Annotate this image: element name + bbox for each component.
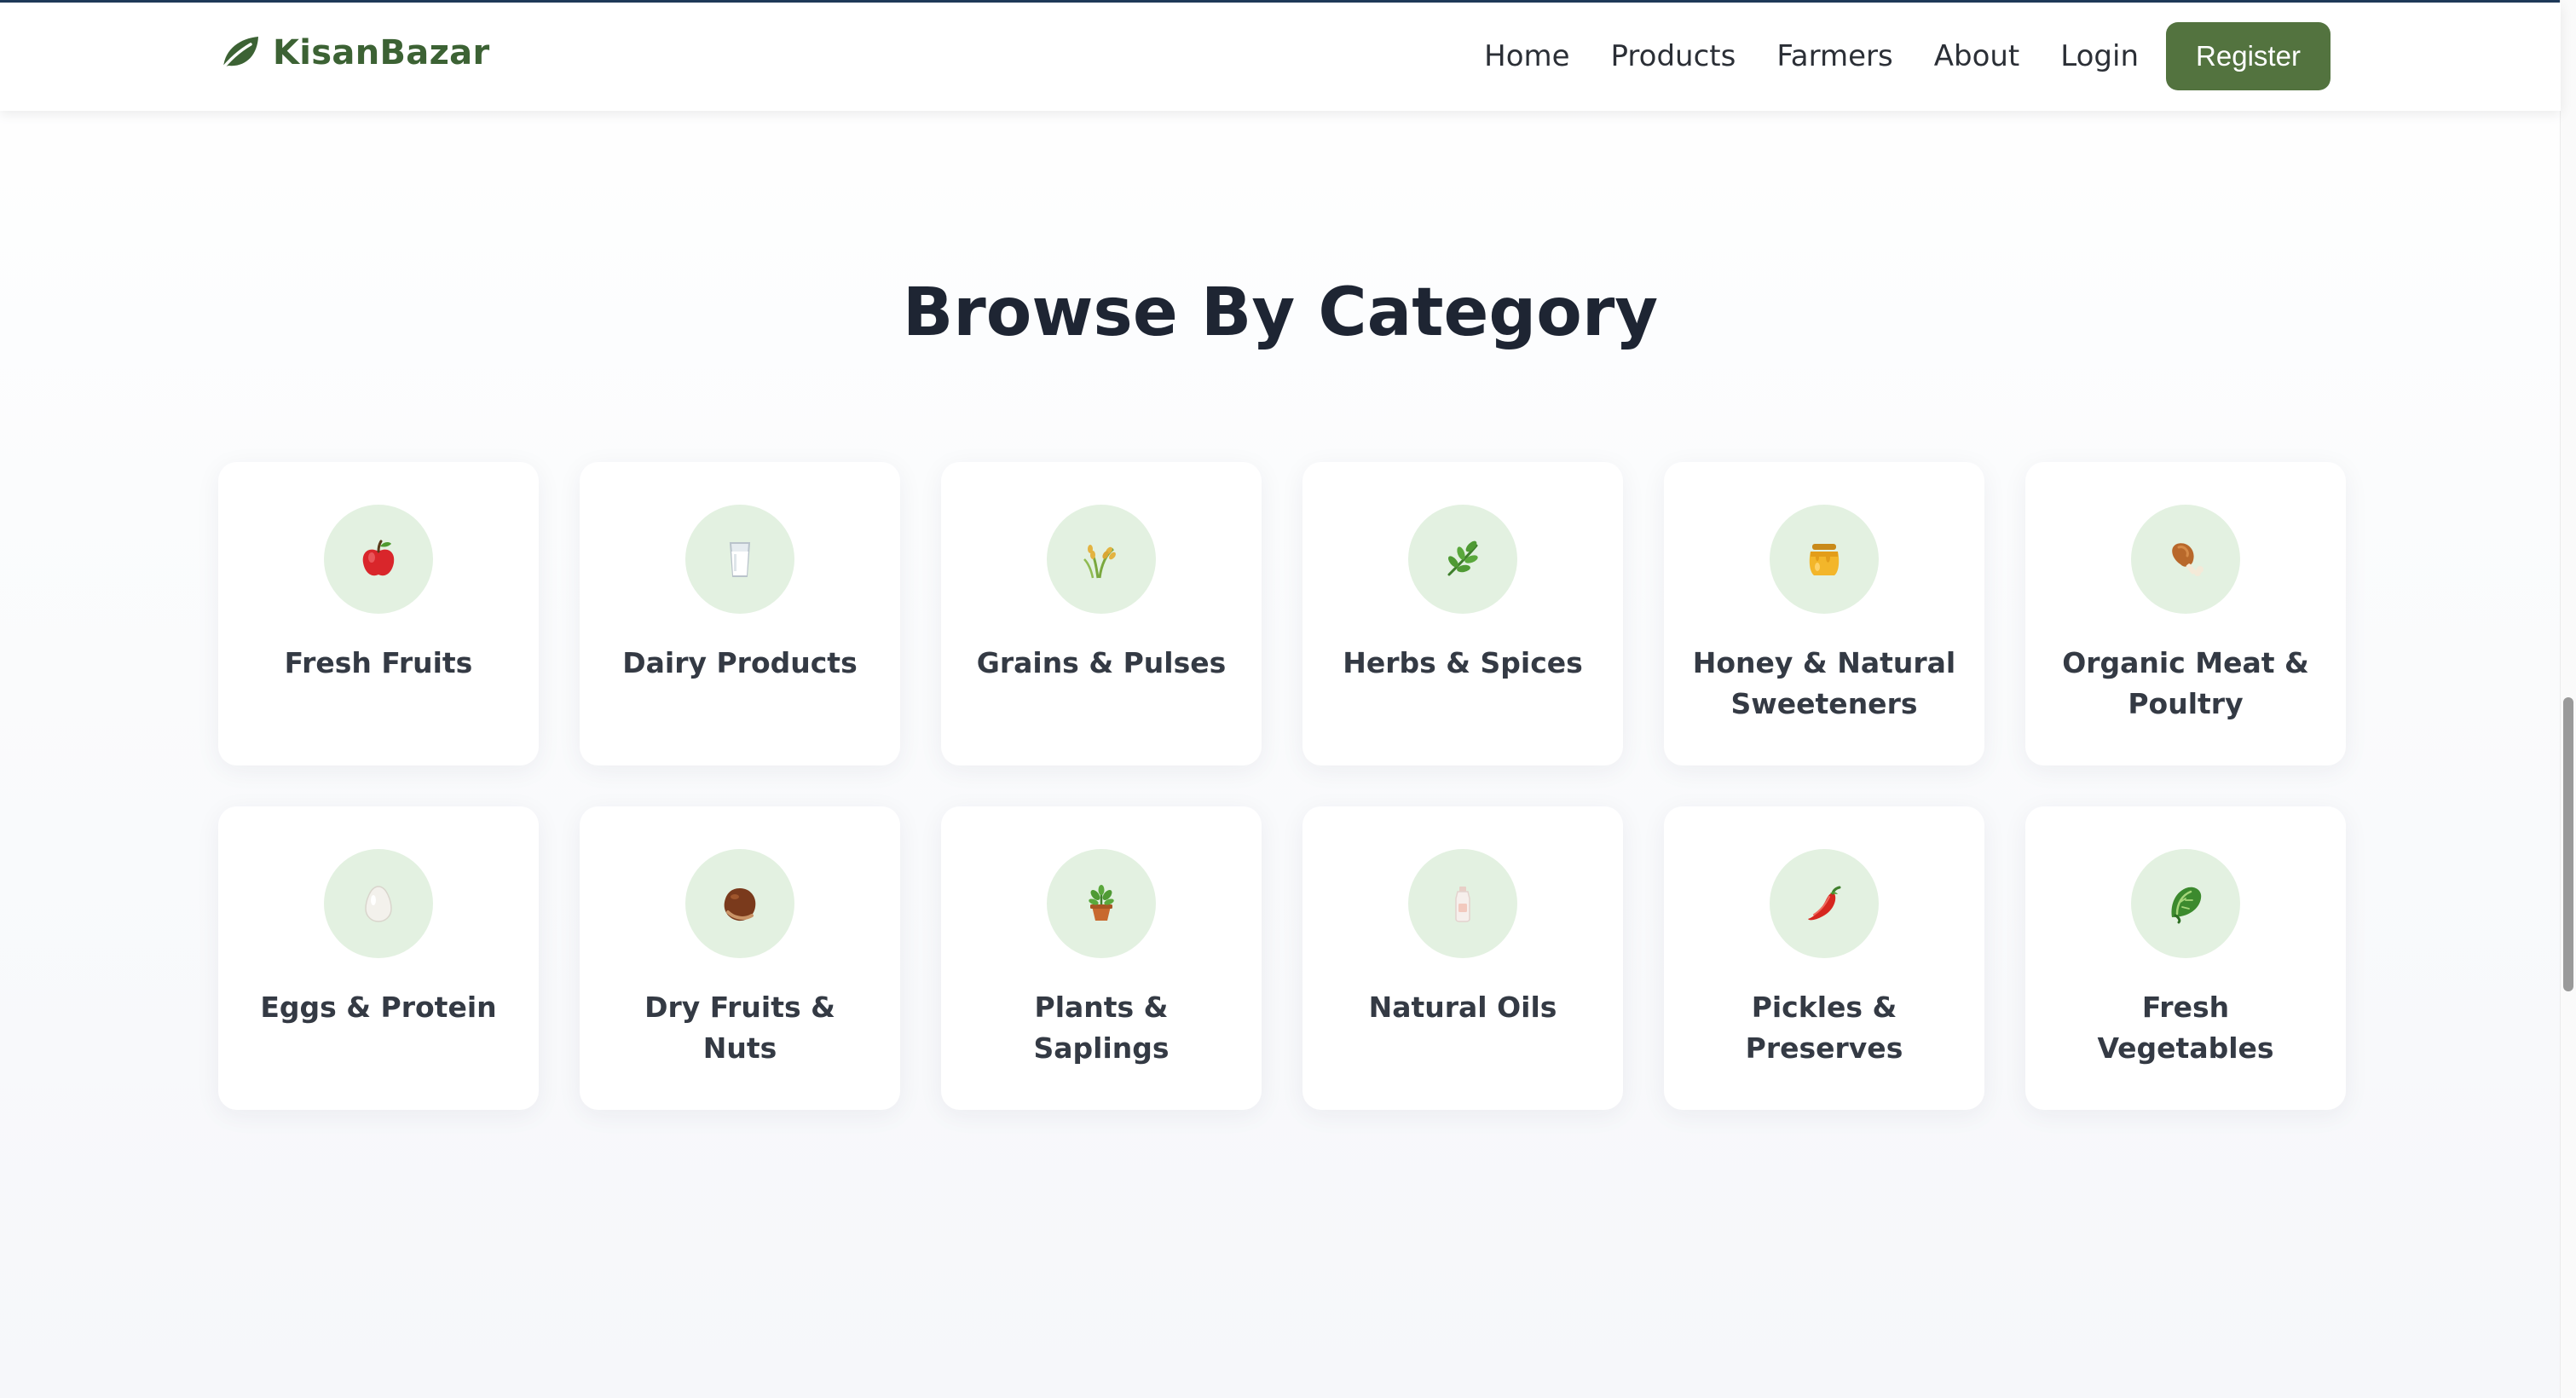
scrollbar-track[interactable] (2560, 0, 2576, 1398)
icon-circle (2131, 849, 2240, 958)
nav-links: Home Products Farmers About Login Regist… (1484, 22, 2331, 90)
herb-icon (1447, 540, 1478, 576)
nav-products-link[interactable]: Products (1611, 39, 1736, 73)
category-card-herbs-spices[interactable]: Herbs & Spices (1302, 462, 1623, 765)
category-label: Eggs & Protein (260, 991, 497, 1024)
section-title: Browse By Category (902, 274, 1659, 351)
icon-circle (2131, 505, 2240, 614)
category-label: Organic Meat & Poultry (2062, 646, 2309, 720)
icon-circle (685, 505, 794, 614)
icon-circle (685, 849, 794, 958)
icon-circle (324, 505, 433, 614)
icon-circle (324, 849, 433, 958)
category-card-organic-meat-poultry[interactable]: Organic Meat & Poultry (2025, 462, 2346, 765)
page: KisanBazar Home Products Farmers About L… (0, 0, 2576, 1398)
nav-about-link[interactable]: About (1934, 39, 2020, 73)
category-card-honey-natural-sweeteners[interactable]: Honey & Natural Sweeteners (1664, 462, 1984, 765)
category-label: Natural Oils (1368, 991, 1557, 1024)
icon-circle (1047, 505, 1156, 614)
category-card-plants-saplings[interactable]: Plants & Saplings (941, 806, 1262, 1110)
chestnut-icon (724, 888, 756, 921)
category-label: Dry Fruits & Nuts (644, 991, 835, 1065)
category-label: Plants & Saplings (1033, 991, 1170, 1065)
icon-circle (1047, 849, 1156, 958)
brand-name: KisanBazar (273, 33, 490, 72)
leaf-icon (219, 37, 258, 72)
icon-circle (1408, 849, 1517, 958)
category-card-dairy-products[interactable]: Dairy Products (580, 462, 900, 765)
category-card-grains-pulses[interactable]: Grains & Pulses (941, 462, 1262, 765)
category-label: Grains & Pulses (976, 646, 1227, 679)
category-label: Herbs & Spices (1343, 646, 1583, 679)
potted-plant-icon (1089, 885, 1114, 921)
category-card-fresh-fruits[interactable]: Fresh Fruits (218, 462, 539, 765)
icon-circle (1770, 505, 1879, 614)
oil-bottle-icon (1455, 887, 1470, 922)
nav-farmers-link[interactable]: Farmers (1776, 39, 1892, 73)
honey-pot-icon (1809, 544, 1840, 575)
category-card-eggs-protein[interactable]: Eggs & Protein (218, 806, 539, 1110)
category-card-pickles-preserves[interactable]: Pickles & Preserves (1664, 806, 1984, 1110)
category-label: Dairy Products (622, 646, 858, 679)
category-grid: Fresh Fruits Dairy Products Grains & Pul… (218, 462, 2346, 1110)
brand-logo-link[interactable]: KisanBazar (218, 33, 489, 72)
chili-pepper-icon (1808, 886, 1841, 921)
category-label: Pickles & Preserves (1745, 991, 1903, 1065)
category-label: Fresh Vegetables (2097, 991, 2274, 1065)
icon-circle (1408, 505, 1517, 614)
scrollbar-thumb[interactable] (2563, 697, 2573, 991)
nav-login-link[interactable]: Login (2060, 39, 2139, 73)
egg-icon (365, 886, 392, 922)
navbar: KisanBazar Home Products Farmers About L… (0, 3, 2561, 111)
category-card-natural-oils[interactable]: Natural Oils (1302, 806, 1623, 1110)
leafy-green-icon (2171, 887, 2202, 924)
poultry-leg-icon (2172, 543, 2203, 576)
category-card-dry-fruits-nuts[interactable]: Dry Fruits & Nuts (580, 806, 900, 1110)
apple-icon (362, 540, 395, 576)
category-label: Fresh Fruits (284, 646, 473, 679)
category-label: Honey & Natural Sweeteners (1692, 646, 1956, 720)
milk-glass-icon (729, 542, 751, 577)
category-card-fresh-vegetables[interactable]: Fresh Vegetables (2025, 806, 2346, 1110)
register-button[interactable]: Register (2166, 22, 2331, 90)
nav-home-link[interactable]: Home (1484, 39, 1569, 73)
icon-circle (1770, 849, 1879, 958)
rice-sheaf-icon (1083, 545, 1116, 579)
